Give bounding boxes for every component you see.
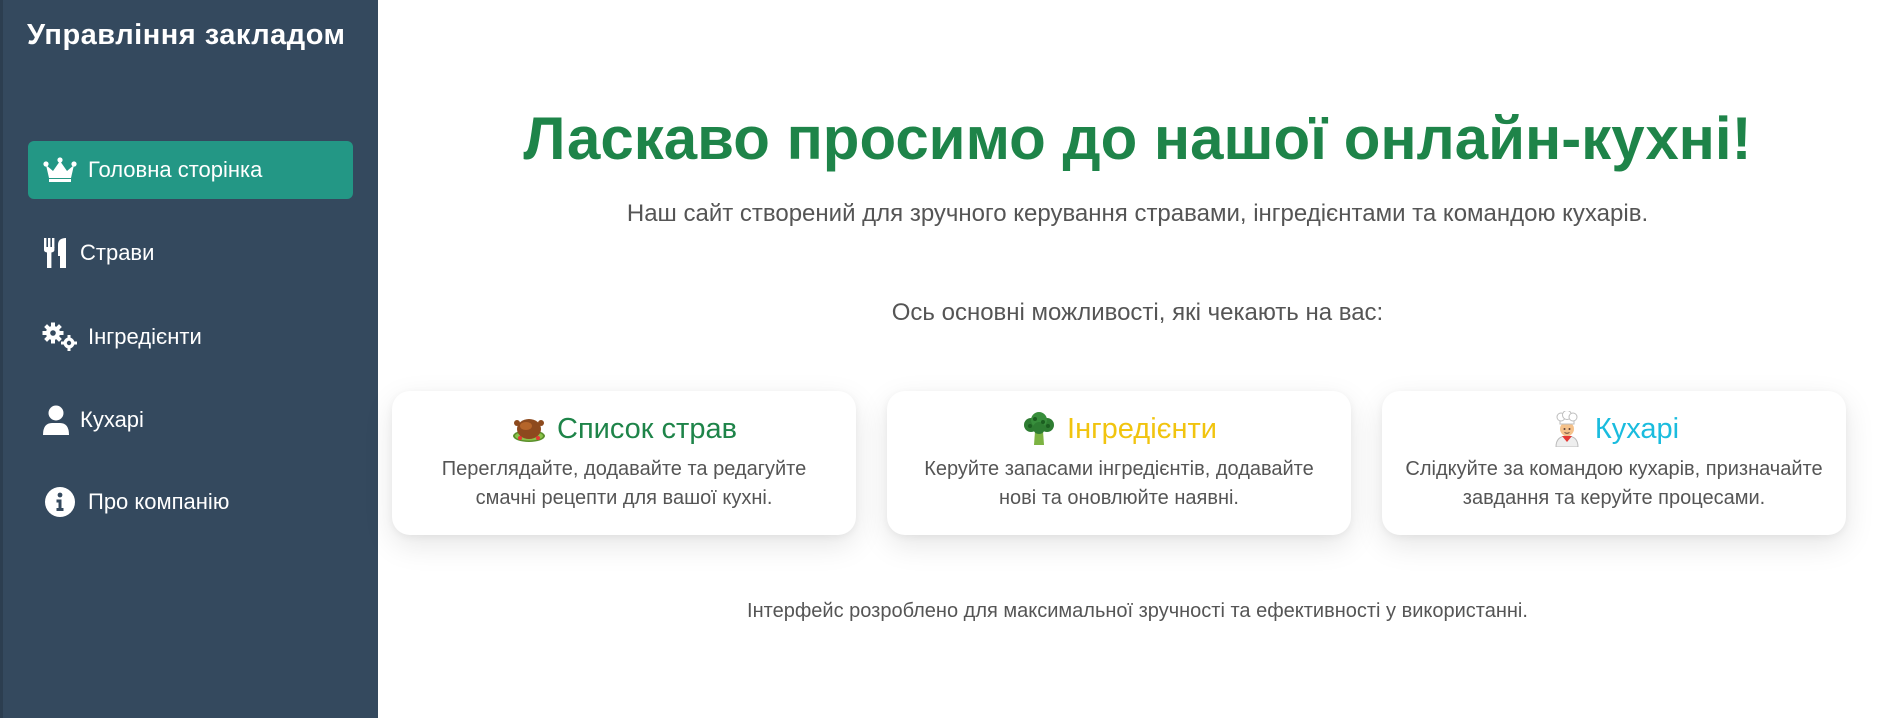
- sidebar-item-home[interactable]: Головна сторінка: [28, 141, 353, 199]
- features-intro: Ось основні можливості, які чекають на в…: [891, 299, 1384, 326]
- feature-card-cooks: Кухарі Слідкуйте за командою кухарів, пр…: [1382, 391, 1846, 535]
- card-title-text: Інгредієнти: [1067, 413, 1217, 445]
- card-description-line: завдання та керуйте процесами.: [1462, 487, 1766, 509]
- card-title-text: Кухарі: [1594, 413, 1680, 445]
- main-content: Ласкаво просимо до нашої онлайн-кухні! Н…: [378, 0, 1897, 718]
- card-description-line: Слідкуйте за командою кухарів, призначай…: [1405, 458, 1823, 480]
- card-description-line: Переглядайте, додавайте та редагуйте: [441, 458, 807, 480]
- sidebar-item-cooks[interactable]: Кухарі: [28, 391, 353, 449]
- card-title-text: Список страв: [557, 413, 737, 445]
- broccoli-icon: [1021, 411, 1057, 447]
- sidebar-item-label: Кухарі: [80, 407, 144, 432]
- card-description-line: Керуйте запасами інгредієнтів, додавайте: [924, 458, 1314, 480]
- sidebar: Управління закладом Головна сторінка Стр…: [0, 0, 378, 718]
- utensils-icon: [40, 237, 72, 269]
- footer-note: Інтерфейс розроблено для максимальної зр…: [747, 600, 1528, 622]
- card-description-line: нові та оновлюйте наявні.: [999, 487, 1239, 509]
- feature-card-dishes: Список страв Переглядайте, додавайте та …: [392, 391, 856, 535]
- sidebar-item-ingredients[interactable]: Інгредієнти: [28, 308, 353, 366]
- sidebar-item-label: Страви: [80, 240, 155, 265]
- sidebar-item-dishes[interactable]: Страви: [28, 224, 353, 282]
- chef-icon: [1549, 410, 1585, 448]
- info-icon: [42, 486, 78, 518]
- card-description-line: смачні рецепти для вашої кухні.: [475, 487, 773, 509]
- brand-title: Управління закладом: [27, 19, 346, 51]
- card-title: Кухарі: [1398, 410, 1830, 448]
- gears-icon: [42, 321, 78, 353]
- crown-icon: [42, 154, 78, 186]
- sidebar-item-about[interactable]: Про компанію: [28, 473, 353, 531]
- sidebar-item-label: Про компанію: [88, 489, 230, 514]
- card-description: Переглядайте, додавайте та редагуйте сма…: [408, 455, 840, 513]
- page-title: Ласкаво просимо до нашої онлайн-кухні!: [523, 105, 1752, 172]
- card-title: Інгредієнти: [903, 411, 1335, 447]
- card-description: Керуйте запасами інгредієнтів, додавайте…: [903, 455, 1335, 513]
- sidebar-item-label: Інгредієнти: [88, 324, 202, 349]
- roast-chicken-icon: [511, 411, 547, 447]
- page-subtitle: Наш сайт створений для зручного керуванн…: [626, 200, 1649, 227]
- feature-card-ingredients: Інгредієнти Керуйте запасами інгредієнті…: [887, 391, 1351, 535]
- card-description: Слідкуйте за командою кухарів, призначай…: [1398, 455, 1830, 513]
- card-title: Список страв: [408, 411, 840, 447]
- sidebar-item-label: Головна сторінка: [88, 157, 263, 182]
- user-icon: [40, 404, 72, 436]
